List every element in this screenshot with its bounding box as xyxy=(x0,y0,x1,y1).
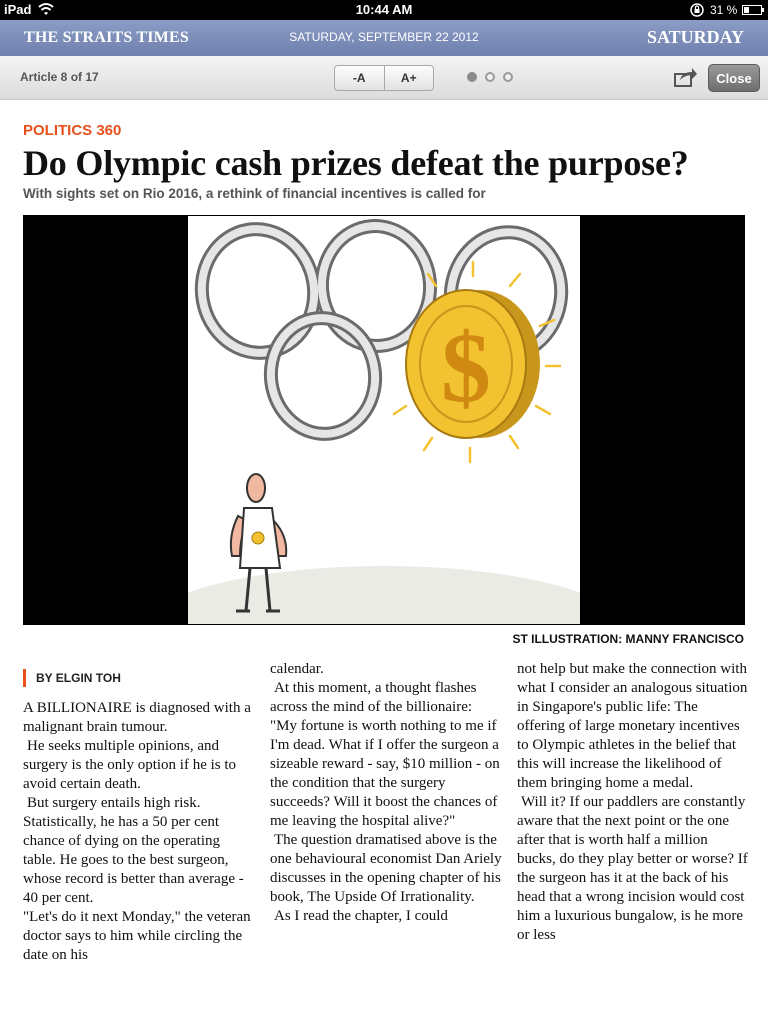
section-kicker: POLITICS 360 xyxy=(23,122,122,139)
decrease-font-button[interactable]: -A xyxy=(335,66,385,90)
share-icon[interactable] xyxy=(674,66,698,88)
battery-tip xyxy=(762,8,764,12)
issue-day: SATURDAY xyxy=(646,27,744,47)
paragraph: The question dramatised above is the one… xyxy=(270,832,502,905)
dollar-sign-glyph: $ xyxy=(441,312,491,423)
paragraph: As I read the chapter, I could xyxy=(274,908,448,924)
font-size-control: -A A+ xyxy=(334,65,434,91)
paragraph: But surgery entails high risk. Statistic… xyxy=(23,795,244,906)
page-dot-1[interactable] xyxy=(467,72,477,82)
illustration-panel: $ xyxy=(134,216,634,706)
paragraph: He seeks multiple opinions, and surgery … xyxy=(23,738,237,792)
paragraph: not help but make the connection with wh… xyxy=(517,661,748,791)
article-column-3: not help but make the connection with wh… xyxy=(517,660,749,945)
article-illustration: $ xyxy=(23,215,745,706)
article-column-1: A BILLIONAIRE is diagnosed with a malign… xyxy=(23,699,255,965)
article-toolbar: Article 8 of 17 -A A+ Close xyxy=(0,56,768,100)
page-indicator[interactable] xyxy=(467,72,517,84)
page-dot-2[interactable] xyxy=(485,72,495,82)
status-bar: iPad 10:44 AM 31 % xyxy=(0,0,768,20)
masthead: THE STRAITS TIMES SATURDAY, SEPTEMBER 22… xyxy=(0,20,768,56)
paragraph: At this moment, a thought flashes across… xyxy=(270,680,500,829)
subheadline: With sights set on Rio 2016, a rethink o… xyxy=(23,186,486,201)
paragraph: A BILLIONAIRE is diagnosed with a malign… xyxy=(23,700,251,735)
paragraph: Will it? If our paddlers are constantly … xyxy=(517,794,748,943)
image-credit: ST ILLUSTRATION: MANNY FRANCISCO xyxy=(512,632,744,646)
lock-rotation-icon xyxy=(690,3,704,17)
headline: Do Olympic cash prizes defeat the purpos… xyxy=(23,143,689,183)
battery-icon xyxy=(742,5,762,15)
battery-percent: 31 % xyxy=(710,3,738,17)
paragraph: "Let's do it next Monday," the veteran d… xyxy=(23,909,251,963)
increase-font-button[interactable]: A+ xyxy=(385,66,434,90)
clock: 10:44 AM xyxy=(355,2,413,17)
article-column-2: calendar. At this moment, a thought flas… xyxy=(270,660,502,926)
byline: BY ELGIN TOH xyxy=(23,669,121,687)
article-counter: Article 8 of 17 xyxy=(20,70,99,84)
olympic-rings-cartoon: $ xyxy=(134,219,634,706)
paragraph: calendar. xyxy=(270,661,324,677)
page-dot-3[interactable] xyxy=(503,72,513,82)
close-button[interactable]: Close xyxy=(708,64,760,92)
